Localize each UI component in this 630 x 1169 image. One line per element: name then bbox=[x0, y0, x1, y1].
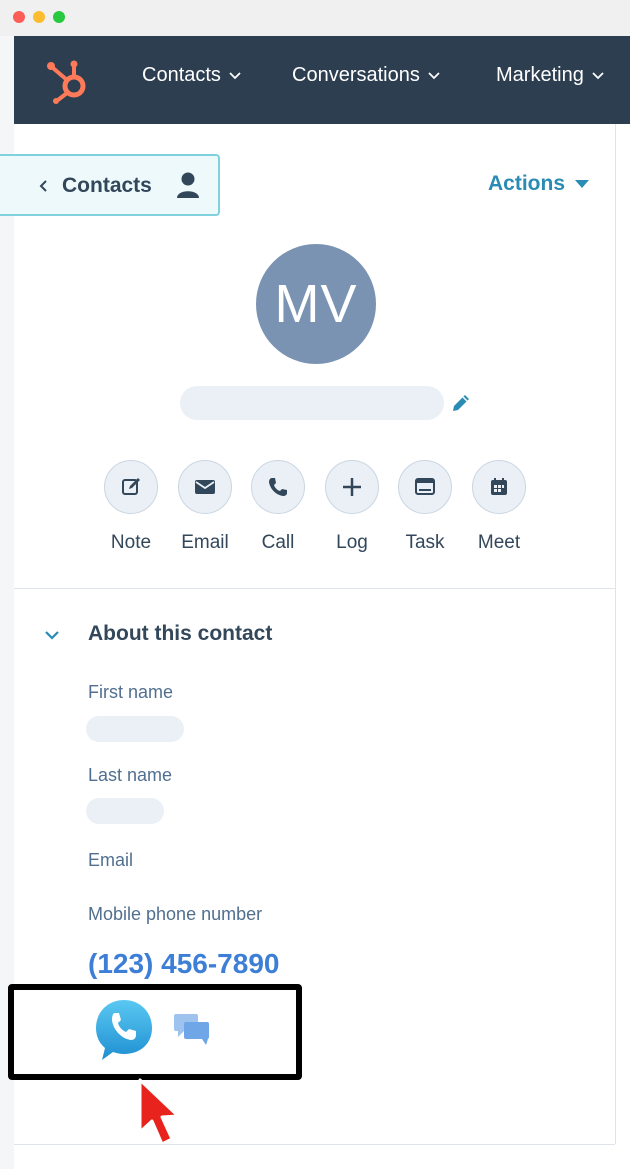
actions-label: Actions bbox=[488, 172, 566, 195]
nav-item-conversations[interactable]: Conversations bbox=[292, 64, 440, 87]
plus-icon bbox=[343, 478, 361, 496]
note-label: Note bbox=[110, 532, 152, 553]
chevron-down-icon[interactable] bbox=[44, 630, 60, 640]
pencil-edit-icon[interactable] bbox=[450, 392, 472, 414]
browser-window: Contacts Conversations Marketing Contact… bbox=[0, 0, 630, 1169]
back-to-contacts-button[interactable]: Contacts bbox=[0, 154, 220, 216]
sms-chat-icon[interactable] bbox=[172, 1012, 212, 1048]
chevron-left-icon bbox=[39, 180, 47, 192]
phone-icon bbox=[269, 478, 287, 496]
nav-item-marketing[interactable]: Marketing bbox=[496, 64, 604, 87]
close-window-icon[interactable] bbox=[13, 11, 25, 23]
highlight-box bbox=[8, 984, 302, 1080]
chevron-down-icon bbox=[428, 71, 440, 79]
nav-item-contacts[interactable]: Contacts bbox=[142, 64, 241, 87]
minimize-window-icon[interactable] bbox=[33, 11, 45, 23]
top-navbar: Contacts Conversations Marketing bbox=[14, 36, 630, 124]
email-field-label: Email bbox=[88, 850, 134, 870]
first-name-value-placeholder[interactable] bbox=[86, 716, 184, 742]
phone-call-bubble-icon[interactable] bbox=[94, 998, 154, 1062]
about-section-title[interactable]: About this contact bbox=[88, 622, 272, 646]
meet-button[interactable] bbox=[472, 460, 526, 514]
chevron-down-icon bbox=[229, 71, 241, 79]
bottom-divider bbox=[14, 1144, 615, 1145]
call-label: Call bbox=[261, 532, 295, 553]
call-button[interactable] bbox=[251, 460, 305, 514]
task-label: Task bbox=[405, 532, 445, 553]
task-button[interactable] bbox=[398, 460, 452, 514]
contact-avatar: MV bbox=[256, 244, 376, 364]
person-icon bbox=[177, 172, 199, 198]
actions-dropdown[interactable]: Actions bbox=[488, 172, 590, 196]
nav-item-label: Conversations bbox=[292, 64, 420, 86]
panel-right-border bbox=[615, 124, 616, 1144]
hubspot-logo-icon[interactable] bbox=[44, 56, 94, 104]
last-name-value-placeholder[interactable] bbox=[86, 798, 164, 824]
caret-down-icon bbox=[575, 180, 590, 188]
avatar-initials: MV bbox=[274, 274, 358, 334]
email-button[interactable] bbox=[178, 460, 232, 514]
log-button[interactable] bbox=[325, 460, 379, 514]
red-arrow-cursor-icon bbox=[138, 1078, 180, 1146]
section-divider bbox=[14, 588, 615, 589]
log-label: Log bbox=[336, 532, 368, 553]
last-name-label: Last name bbox=[88, 765, 173, 785]
nav-item-label: Marketing bbox=[496, 64, 584, 86]
maximize-window-icon[interactable] bbox=[53, 11, 65, 23]
first-name-label: First name bbox=[88, 682, 174, 702]
chevron-down-icon bbox=[592, 71, 604, 79]
meet-label: Meet bbox=[477, 532, 521, 553]
task-monitor-icon bbox=[415, 478, 435, 495]
note-edit-icon bbox=[122, 478, 140, 495]
window-titlebar bbox=[0, 0, 630, 37]
nav-item-label: Contacts bbox=[142, 64, 221, 86]
contact-name-placeholder bbox=[180, 386, 444, 420]
note-button[interactable] bbox=[104, 460, 158, 514]
back-button-label: Contacts bbox=[62, 174, 152, 197]
email-label: Email bbox=[181, 532, 229, 553]
envelope-icon bbox=[195, 480, 215, 494]
calendar-icon bbox=[491, 478, 507, 495]
mobile-phone-label: Mobile phone number bbox=[88, 904, 263, 924]
mobile-phone-link[interactable]: (123) 456-7890 bbox=[88, 948, 279, 980]
